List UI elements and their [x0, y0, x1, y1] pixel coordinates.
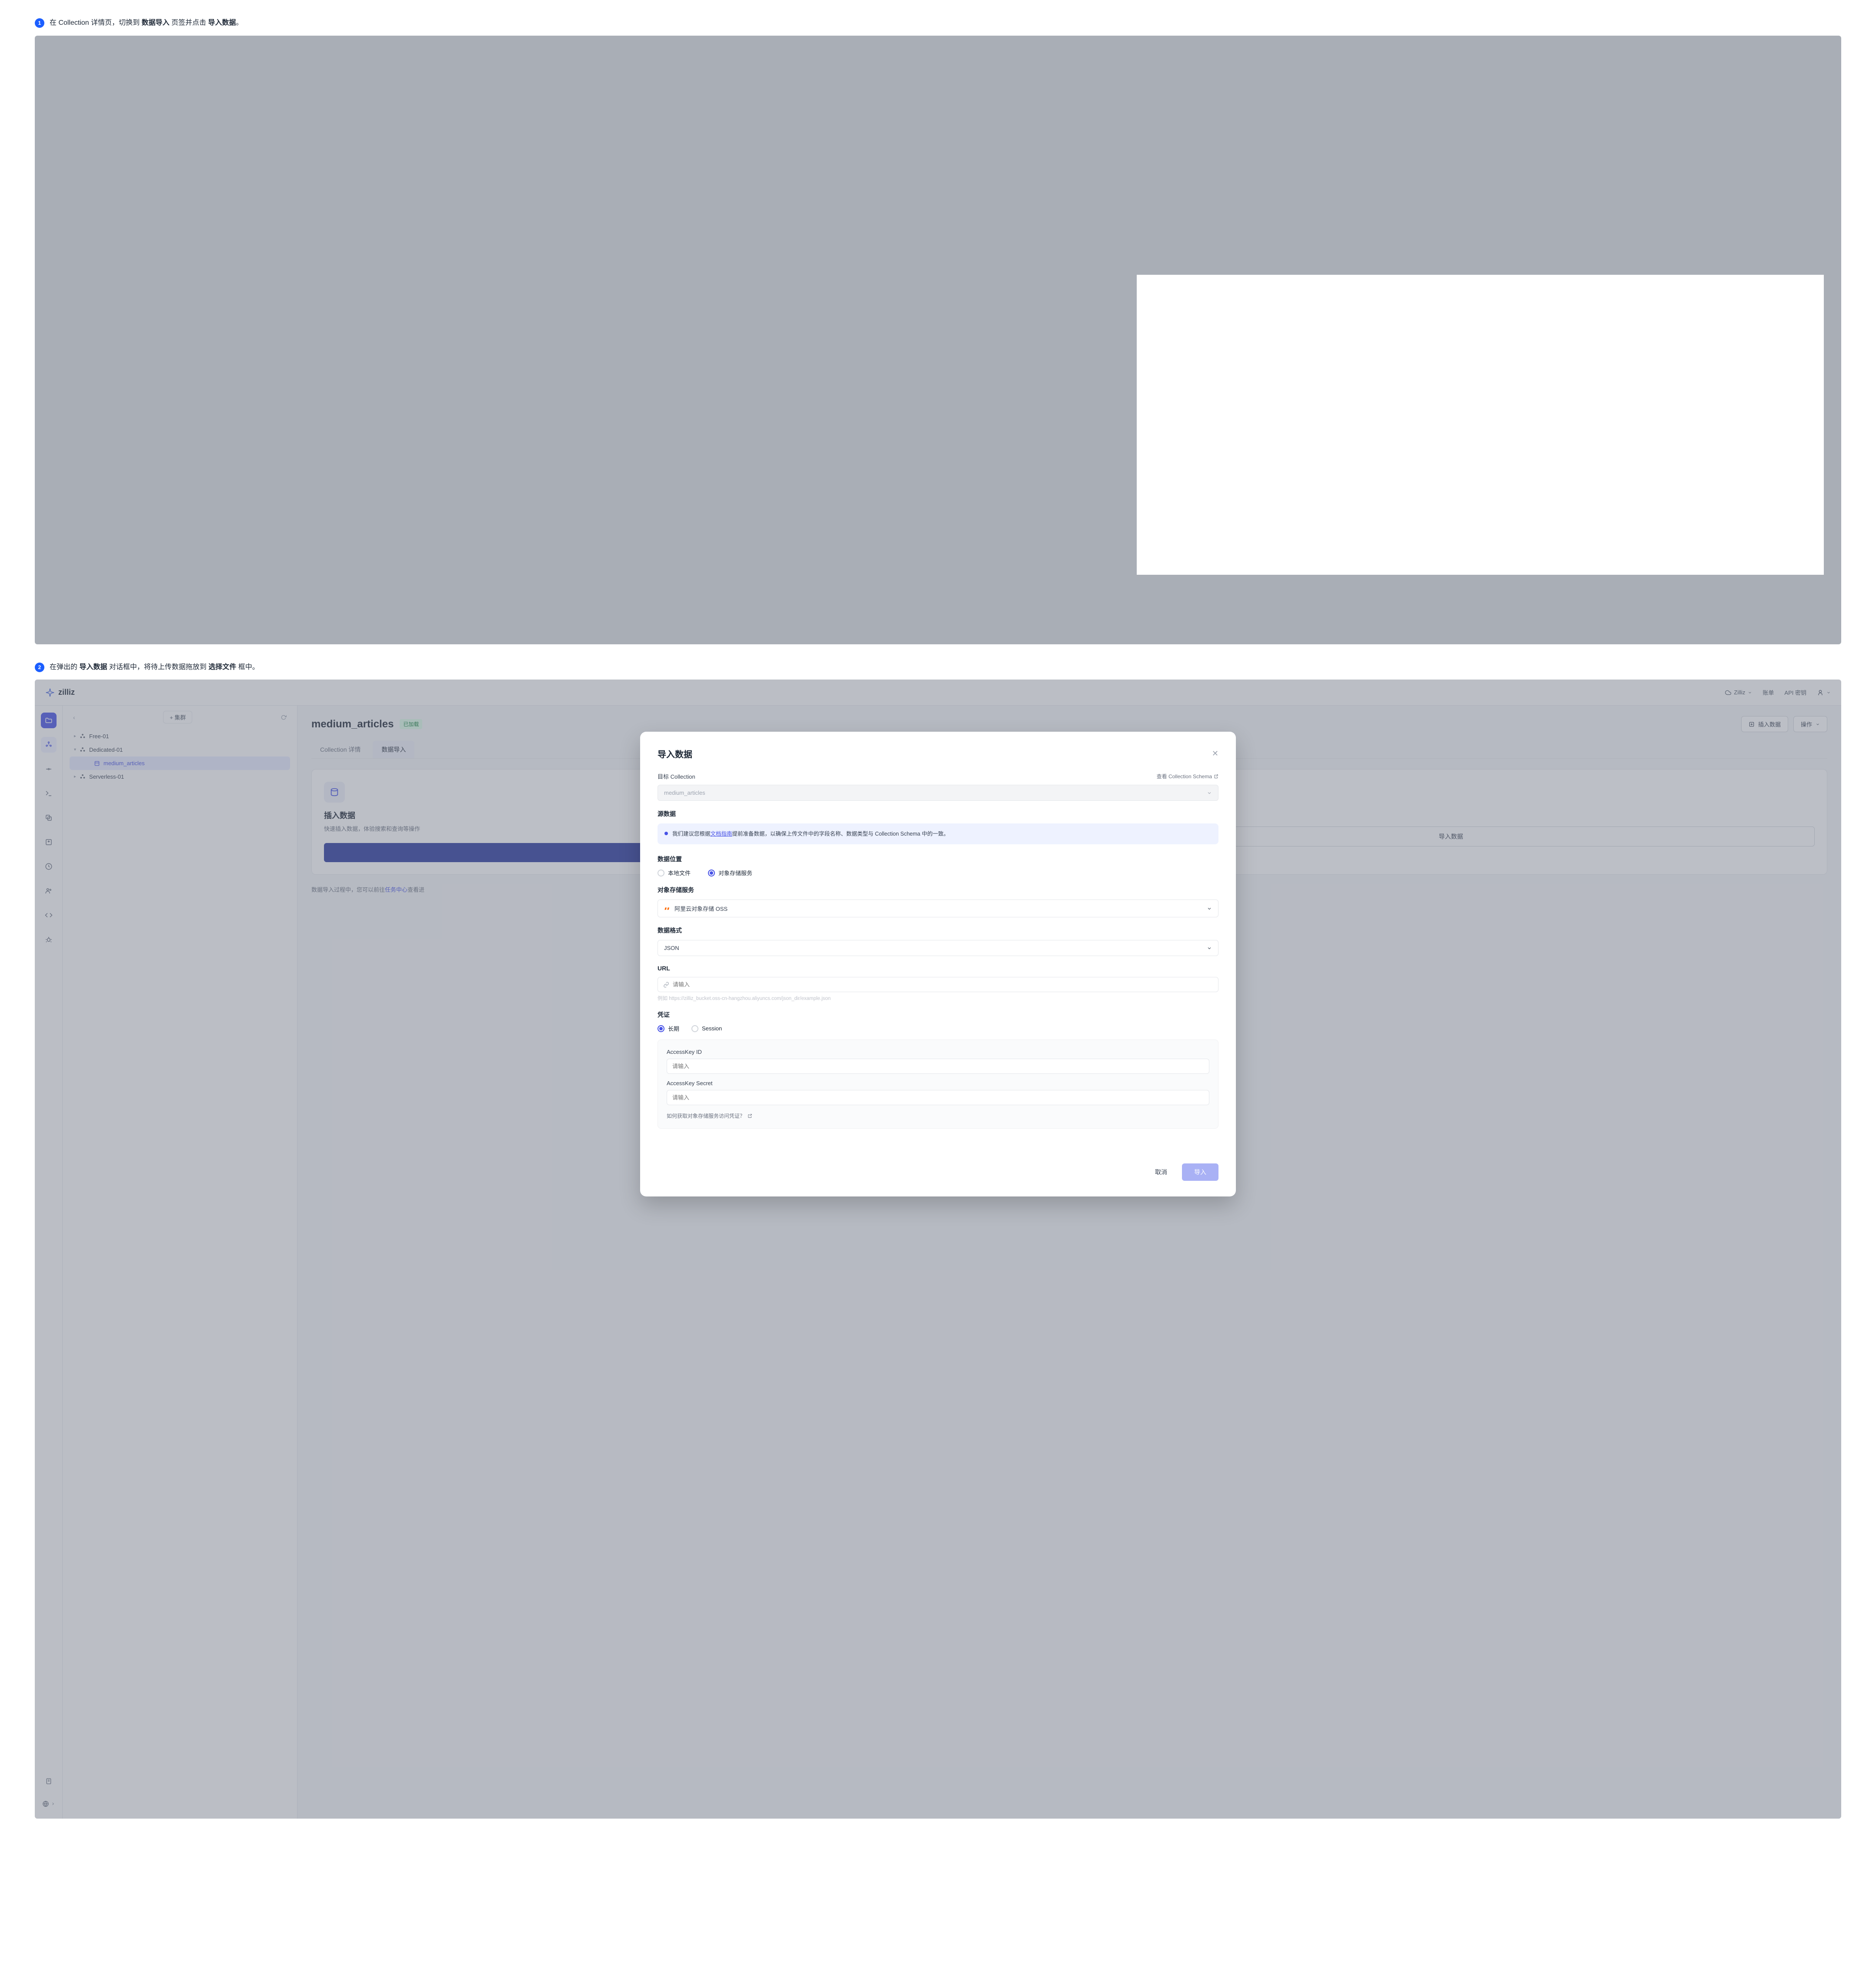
radio-object-storage[interactable]: 对象存储服务	[708, 869, 752, 877]
credential-label: 凭证	[658, 1010, 1218, 1019]
chevron-down-icon	[1207, 790, 1212, 796]
cancel-button[interactable]: 取消	[1145, 1163, 1177, 1181]
link-icon	[663, 982, 669, 988]
access-key-secret-label: AccessKey Secret	[667, 1080, 1209, 1086]
radio-cred-session[interactable]: Session	[691, 1024, 722, 1033]
radio-local-file[interactable]: 本地文件	[658, 869, 691, 877]
url-hint: 例如 https://zilliz_bucket.oss-cn-hangzhou…	[658, 995, 1218, 1002]
modal-title: 导入数据	[658, 747, 692, 760]
target-collection-select[interactable]: medium_articles	[658, 785, 1218, 801]
screenshot-2: zilliz Zilliz 账单 API 密钥	[35, 680, 1841, 1819]
step-1: 1 在 Collection 详情页，切换到 数据导入 页签并点击 导入数据。	[35, 17, 1841, 29]
format-label: 数据格式	[658, 926, 1218, 935]
access-key-secret-input[interactable]	[667, 1090, 1209, 1105]
step-1-text: 在 Collection 详情页，切换到 数据导入 页签并点击 导入数据。	[50, 17, 243, 29]
import-modal: 导入数据 ✕ 目标 Collection 查看 Collection Schem…	[640, 732, 1236, 1196]
access-key-id-input[interactable]	[667, 1059, 1209, 1074]
external-link-icon	[1214, 774, 1218, 779]
target-collection-label: 目标 Collection	[658, 772, 695, 780]
oss-provider-select[interactable]: 阿里云对象存储 OSS	[658, 900, 1218, 917]
chevron-down-icon	[1207, 946, 1212, 951]
radio-icon	[691, 1025, 698, 1032]
credential-help-link[interactable]: 如何获取对象存储服务访问凭证？	[667, 1112, 1209, 1120]
url-label: URL	[658, 965, 1218, 972]
screenshot-1-inner-white	[1137, 275, 1824, 575]
external-link-icon	[748, 1113, 752, 1118]
format-select[interactable]: JSON	[658, 940, 1218, 956]
url-input[interactable]	[673, 981, 1213, 988]
oss-label: 对象存储服务	[658, 886, 1218, 894]
view-schema-link[interactable]: 查看 Collection Schema	[1157, 773, 1218, 780]
chevron-down-icon	[1207, 906, 1212, 911]
step-badge-1: 1	[35, 18, 44, 28]
aliyun-oss-icon	[664, 905, 671, 912]
step-2: 2 在弹出的 导入数据 对话框中，将待上传数据拖放到 选择文件 框中。	[35, 662, 1841, 673]
info-callout: 我们建议您根据文档指南提前准备数据，以确保上传文件中的字段名称、数据类型与 Co…	[658, 823, 1218, 844]
url-input-wrap[interactable]	[658, 977, 1218, 992]
data-location-label: 数据位置	[658, 855, 1218, 863]
radio-icon	[708, 870, 715, 876]
screenshot-1	[35, 36, 1841, 644]
radio-icon	[658, 1025, 664, 1032]
import-button[interactable]: 导入	[1182, 1163, 1218, 1181]
step-badge-2: 2	[35, 663, 44, 672]
step-2-text: 在弹出的 导入数据 对话框中，将待上传数据拖放到 选择文件 框中。	[50, 662, 259, 673]
info-dot-icon	[664, 832, 668, 835]
radio-cred-long[interactable]: 长期	[658, 1024, 679, 1033]
radio-icon	[658, 870, 664, 876]
modal-close[interactable]: ✕	[1212, 749, 1218, 758]
doc-guide-link[interactable]: 文档指南	[711, 831, 732, 837]
credential-box: AccessKey ID AccessKey Secret 如何获取对象存储服务…	[658, 1040, 1218, 1129]
source-data-title: 源数据	[658, 810, 1218, 818]
access-key-id-label: AccessKey ID	[667, 1049, 1209, 1055]
